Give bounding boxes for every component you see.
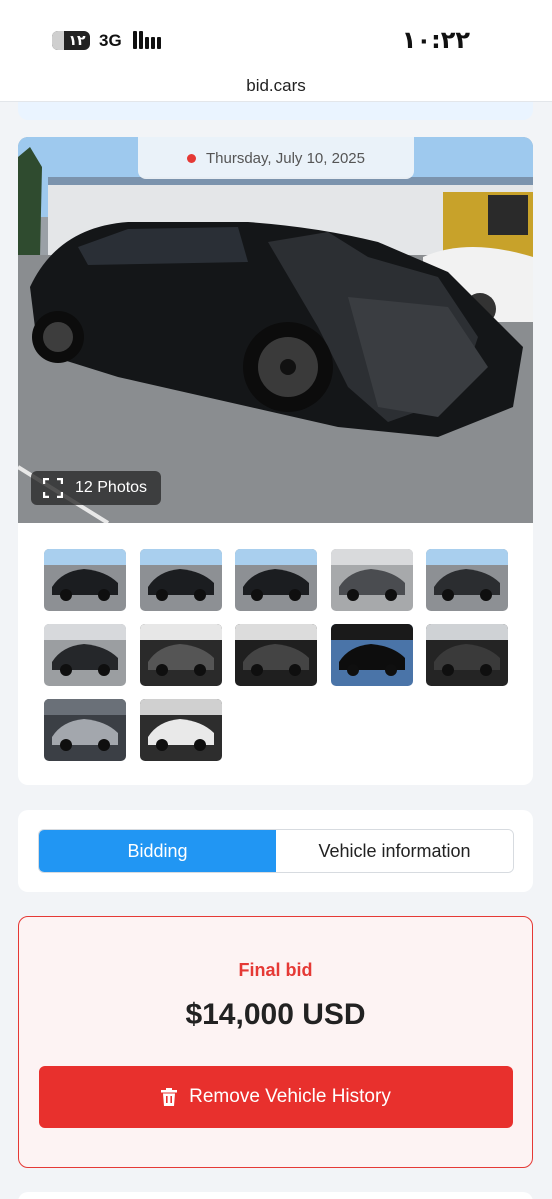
photo-gallery: Thursday, July 10, 2025 12 Photos [18, 137, 533, 785]
photo-thumbnail[interactable] [44, 549, 126, 611]
photo-thumbnail[interactable] [235, 549, 317, 611]
photo-thumbnail[interactable] [139, 624, 222, 686]
signal-icon [133, 31, 161, 49]
photo-thumbnail[interactable] [330, 549, 413, 611]
status-bar: ١٢ 3G ١٠:٢٢ [0, 0, 552, 70]
photo-thumbnail[interactable] [235, 624, 317, 686]
photo-thumbnail[interactable] [330, 624, 413, 686]
auction-date: Thursday, July 10, 2025 [138, 137, 414, 179]
next-section [18, 1192, 533, 1199]
photo-thumbnail[interactable] [139, 549, 222, 611]
trash-icon [161, 1088, 178, 1106]
network-type: 3G [99, 31, 122, 50]
battery-icon: ١٢ [52, 31, 90, 50]
url-text: bid.cars [246, 76, 306, 95]
auction-date-text: Thursday, July 10, 2025 [206, 149, 365, 167]
final-bid-card: Final bid $14,000 USD Remove Vehicle His… [18, 916, 533, 1168]
photo-thumbnail[interactable] [139, 699, 222, 761]
remove-vehicle-history-button[interactable]: Remove Vehicle History [39, 1066, 513, 1128]
photo-thumbnail[interactable] [426, 624, 508, 686]
photos-button-label: 12 Photos [75, 479, 148, 496]
tabs-card: Bidding Vehicle information [18, 810, 533, 892]
expand-icon [43, 478, 63, 498]
battery-level: ١٢ [68, 32, 86, 48]
main-vehicle-photo[interactable]: Thursday, July 10, 2025 12 Photos [18, 137, 533, 523]
status-time: ١٠:٢٢ [401, 26, 470, 54]
red-dot-icon [187, 153, 196, 163]
photo-thumbnail[interactable] [44, 624, 126, 686]
tab-vehicle-information[interactable]: Vehicle information [276, 830, 513, 872]
photos-button[interactable]: 12 Photos [31, 471, 161, 505]
photo-thumbnail[interactable] [44, 699, 126, 761]
tab-bar: Bidding Vehicle information [38, 829, 514, 873]
final-bid-label: Final bid [238, 960, 313, 980]
tab-bidding[interactable]: Bidding [39, 830, 276, 872]
final-bid-value: $14,000 USD [185, 998, 366, 1031]
remove-button-label: Remove Vehicle History [189, 1086, 391, 1107]
vehicle-photo-image [18, 137, 533, 523]
previous-section [18, 102, 533, 120]
address-bar[interactable]: bid.cars [0, 70, 552, 102]
photo-thumbnail[interactable] [426, 549, 508, 611]
